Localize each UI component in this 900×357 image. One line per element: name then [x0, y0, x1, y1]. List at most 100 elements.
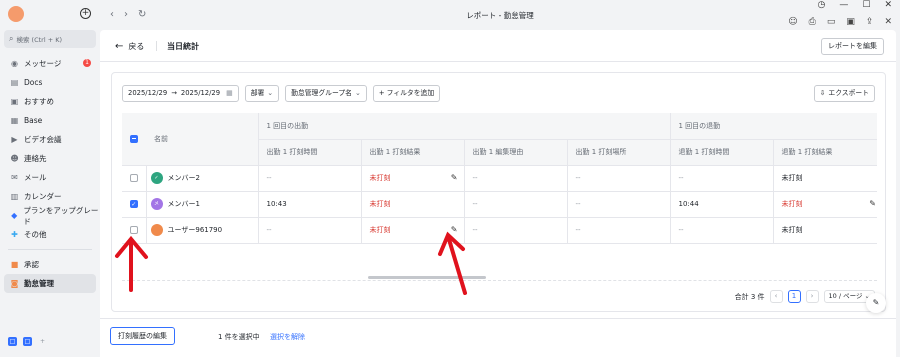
search-icon: ⌕ — [9, 34, 14, 43]
column-header: 退勤 1 打刻時間 — [669, 139, 773, 166]
table-cell: -- — [566, 165, 670, 192]
back-button[interactable]: ← 戻る — [115, 41, 144, 52]
clear-selection-link[interactable]: 選択を解除 — [270, 332, 305, 342]
column-header: 出勤 1 打刻結果 — [360, 139, 464, 166]
table-cell-editable[interactable]: 未打刻 ✎ — [360, 165, 464, 192]
table-cell: -- — [463, 191, 567, 218]
table-cell: 未打刻 — [772, 217, 877, 244]
edit-history-button[interactable]: 打刻履歴の編集 — [110, 327, 175, 345]
edit-pencil-icon[interactable]: ✎ — [869, 199, 876, 208]
sidebar-item-messages[interactable]: ◉ メッセージ 1 — [0, 54, 100, 73]
search-placeholder: 検索 (Ctrl + K) — [16, 36, 63, 44]
member-name: メンバー2 — [167, 174, 200, 182]
sidebar-item-mail[interactable]: ✉ メール — [0, 168, 100, 187]
column-header: 出勤 1 打刻場所 — [566, 139, 670, 166]
horizontal-scrollbar[interactable] — [368, 276, 486, 279]
video-icon: ▶ — [11, 135, 18, 144]
approval-icon: ■ — [10, 260, 19, 269]
current-page[interactable]: 1 — [787, 290, 801, 303]
table-row: ✓ メンバー2 -- 未打刻 ✎ -- -- -- 未打刻 — [122, 165, 877, 192]
minimize-icon[interactable]: — — [839, 0, 848, 10]
sidebar-item-more[interactable]: ✚ その他 — [0, 225, 100, 244]
report-card: 2025/12/29 → 2025/12/29 ▦ 部署 ⌄ 勤怠管理グループ名 ⌄… — [111, 72, 886, 312]
export-icon: ⇩ — [819, 89, 826, 97]
column-header: 退勤 1 打刻結果 — [772, 139, 877, 166]
diamond-icon: ◆ — [11, 211, 18, 220]
header-divider — [156, 41, 157, 51]
row-checkbox[interactable] — [129, 226, 138, 234]
add-workspace-icon[interactable]: + — [38, 337, 47, 346]
column-header: 出勤 1 編集理由 — [463, 139, 567, 166]
department-filter[interactable]: 部署 ⌄ — [244, 85, 280, 102]
sidebar-item-docs[interactable]: ▤ Docs — [0, 73, 100, 92]
edit-pencil-icon[interactable]: ✎ — [451, 173, 458, 182]
table-cell-editable[interactable]: 未打刻 ✎ — [772, 191, 877, 218]
split-icon[interactable]: ▣ — [846, 17, 855, 27]
chevron-down-icon: ⌄ — [354, 89, 361, 97]
sidebar-item-upgrade[interactable]: ◆ プランをアップグレード — [0, 206, 100, 226]
workspace-alt-icon[interactable]: □ — [23, 337, 32, 346]
user-avatar[interactable] — [8, 6, 24, 22]
sidebar-item-attendance[interactable]: ◙ 勤怠管理 — [4, 274, 96, 293]
search-input[interactable]: ⌕ 検索 (Ctrl + K) — [4, 30, 96, 48]
help-icon[interactable]: ☺ — [788, 17, 797, 27]
sidebar-item-recommended[interactable]: ▣ おすすめ — [0, 92, 100, 111]
group-header-checkin: 1 回目の出勤 — [257, 113, 670, 140]
table-cell: 10:44 — [669, 191, 773, 218]
page-header: ← 戻る 当日統計 レポートを編集 — [100, 30, 896, 62]
export-button[interactable]: ⇩ エクスポート — [813, 85, 875, 102]
table-cell: 未打刻 — [772, 165, 877, 192]
sidebar-item-video[interactable]: ▶ ビデオ会議 — [0, 130, 100, 149]
prev-page-button[interactable]: ‹ — [769, 290, 783, 303]
edit-pencil-icon[interactable]: ✎ — [451, 225, 458, 234]
next-page-button[interactable]: › — [805, 290, 819, 303]
table-cell: 未打刻 — [360, 191, 464, 218]
history-icon[interactable]: ◷ — [818, 0, 826, 10]
selection-footer: 打刻履歴の編集 1 件を選択中 選択を解除 — [100, 318, 896, 357]
maximize-icon[interactable]: ☐ — [862, 0, 870, 10]
table-cell: -- — [566, 217, 670, 244]
calendar-icon: ▦ — [226, 89, 233, 97]
member-name: メンバー1 — [167, 200, 200, 208]
date-range-picker[interactable]: 2025/12/29 → 2025/12/29 ▦ — [122, 85, 239, 102]
sidebar-bottom: □ □ + — [8, 337, 47, 346]
sidebar: + ⌕ 検索 (Ctrl + K) ◉ メッセージ 1 ▤ Docs ▣ おすすめ ▦ B… — [0, 0, 100, 357]
group-filter[interactable]: 勤怠管理グループ名 ⌄ — [285, 85, 367, 102]
add-icon[interactable]: + — [80, 8, 91, 19]
table-cell: -- — [463, 165, 567, 192]
sidebar-item-base[interactable]: ▦ Base — [0, 111, 100, 130]
table-cell: -- — [463, 217, 567, 244]
sidebar-item-contacts[interactable]: ☻ 連絡先 — [0, 149, 100, 168]
base-icon: ▦ — [10, 116, 19, 125]
feedback-icon[interactable]: ✎ — [866, 293, 886, 313]
workspace-icon[interactable]: □ — [8, 337, 17, 346]
table-row: ユーザー961790 -- 未打刻 ✎ -- -- -- 未打刻 — [122, 217, 877, 244]
star-icon: ▣ — [10, 97, 19, 106]
sidebar-item-calendar[interactable]: ▥ カレンダー — [0, 187, 100, 206]
titlebar-actions: ☺ ⎙ ▭ ▣ ⇪ ✕ — [788, 17, 892, 27]
checkbox-mixed[interactable] — [130, 134, 138, 143]
group-header-checkout: 1 回目の退勤 — [669, 113, 877, 140]
print-icon[interactable]: ⎙ — [809, 17, 816, 27]
add-filter-button[interactable]: + フィルタを追加 — [372, 85, 441, 102]
member-avatar: メ — [150, 198, 163, 210]
main-panel: ← 戻る 当日統計 レポートを編集 2025/12/29 → 2025/12/29… — [100, 30, 896, 357]
share-icon[interactable]: ⇪ — [866, 17, 874, 27]
row-checkbox-checked[interactable]: ✓ — [129, 200, 138, 208]
select-all-checkbox[interactable] — [122, 113, 146, 166]
row-checkbox[interactable] — [129, 174, 138, 182]
chat-icon: ◉ — [11, 59, 18, 68]
edit-report-button[interactable]: レポートを編集 — [821, 38, 884, 55]
window-icon[interactable]: ▭ — [827, 17, 836, 27]
unread-badge: 1 — [83, 59, 91, 67]
close-tab-icon[interactable]: ✕ — [884, 17, 892, 27]
table-cell-editable[interactable]: 未打刻 ✎ — [360, 217, 464, 244]
sidebar-item-approval[interactable]: ■ 承認 — [0, 255, 100, 274]
more-icon: ✚ — [11, 230, 18, 239]
member-name: ユーザー961790 — [167, 226, 223, 234]
table-cell: -- — [566, 191, 670, 218]
title-bar: ‹ › ↻ レポート - 勤怠管理 ☺ ⎙ ▭ ▣ ⇪ ✕ ◷ — ☐ ✕ — [100, 0, 900, 30]
selected-count: 1 件を選択中 — [218, 333, 260, 341]
column-header: 出勤 1 打刻時間 — [257, 139, 361, 166]
close-window-icon[interactable]: ✕ — [884, 0, 892, 10]
